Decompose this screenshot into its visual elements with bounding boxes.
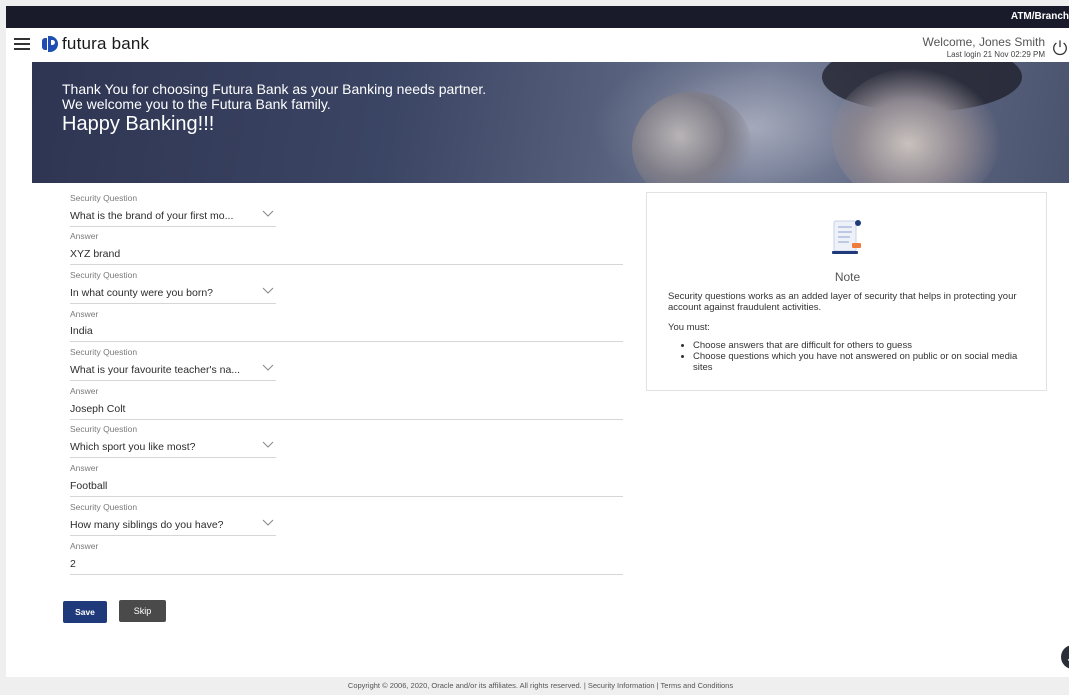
footer-text: Copyright © 2006, 2020, Oracle and/or it…	[347, 681, 734, 690]
skip-button[interactable]: Skip	[119, 600, 166, 622]
answer-1-value: XYZ brand	[70, 248, 121, 260]
futura-logo-icon	[42, 35, 58, 53]
answer-label: Answer	[70, 386, 99, 396]
banner-line-1: Thank You for choosing Futura Bank as yo…	[62, 81, 487, 97]
welcome-block: Welcome, Jones Smith Last login 21 Nov 0…	[923, 35, 1046, 59]
note-title: Note	[834, 270, 861, 284]
hamburger-menu-icon[interactable]	[14, 38, 30, 50]
security-question-2-value: In what county were you born?	[70, 287, 214, 299]
welcome-text: Welcome, Jones Smith	[922, 35, 1046, 49]
security-question-4-select[interactable]: Which sport you like most?	[70, 438, 276, 458]
chat-icon[interactable]	[1061, 645, 1069, 669]
logo[interactable]: futura bank	[42, 34, 149, 54]
answer-label: Answer	[70, 463, 99, 473]
top-strip: ATM/Branch	[6, 6, 1069, 28]
security-question-2-select[interactable]: In what county were you born?	[70, 284, 276, 304]
security-question-label: Security Question	[70, 502, 138, 512]
security-question-1-value: What is the brand of your first mo...	[70, 210, 234, 222]
save-button[interactable]: Save	[63, 601, 107, 623]
security-question-label: Security Question	[70, 424, 138, 434]
banner-heading: Happy Banking!!!	[62, 113, 215, 135]
security-question-3-value: What is your favourite teacher's na...	[70, 364, 241, 376]
list-item: Choose questions which you have not answ…	[693, 351, 1035, 373]
page: ATM/Branch futura bank Welcome, Jones Sm…	[0, 0, 1069, 695]
note-card: Note Security questions works as an adde…	[646, 192, 1047, 391]
security-question-5-value: How many siblings do you have?	[70, 519, 224, 531]
banner-line-2: We welcome you to the Futura Bank family…	[62, 96, 331, 112]
security-question-label: Security Question	[70, 347, 138, 357]
chevron-down-icon	[262, 210, 274, 217]
answer-2-field[interactable]: India	[70, 322, 623, 342]
answer-4-field[interactable]: Football	[70, 477, 623, 497]
last-login-text: Last login 21 Nov 02:29 PM	[946, 50, 1045, 59]
note-must-label: You must:	[668, 322, 710, 333]
atm-branch-label[interactable]: ATM/Branch	[1011, 11, 1069, 22]
document-note-icon	[832, 220, 861, 254]
answer-3-value: Joseph Colt	[70, 403, 126, 415]
security-question-5-select[interactable]: How many siblings do you have?	[70, 516, 276, 536]
note-body: Security questions works as an added lay…	[668, 291, 1017, 313]
header: futura bank Welcome, Jones Smith Last lo…	[6, 28, 1069, 62]
footer: Copyright © 2006, 2020, Oracle and/or it…	[6, 677, 1069, 695]
answer-5-field[interactable]: 2	[70, 555, 623, 575]
chevron-down-icon	[262, 364, 274, 371]
answer-label: Answer	[70, 309, 99, 319]
note-bullet-list: Choose answers that are difficult for ot…	[685, 340, 1035, 373]
answer-2-value: India	[70, 325, 93, 337]
chevron-down-icon	[262, 441, 274, 448]
brand-name: futura bank	[62, 34, 150, 53]
chevron-down-icon	[262, 519, 274, 526]
security-question-4-value: Which sport you like most?	[70, 441, 196, 453]
security-question-3-select[interactable]: What is your favourite teacher's na...	[70, 361, 276, 381]
security-question-label: Security Question	[70, 270, 138, 280]
answer-label: Answer	[70, 231, 99, 241]
power-icon[interactable]	[1051, 39, 1069, 57]
security-question-label: Security Question	[70, 193, 138, 203]
answer-4-value: Football	[70, 480, 108, 492]
chevron-down-icon	[262, 287, 274, 294]
answer-label: Answer	[70, 541, 99, 551]
answer-5-value: 2	[70, 558, 76, 570]
security-question-1-select[interactable]: What is the brand of your first mo...	[70, 207, 276, 227]
answer-1-field[interactable]: XYZ brand	[70, 245, 623, 265]
list-item: Choose answers that are difficult for ot…	[693, 340, 1035, 351]
welcome-banner: Thank You for choosing Futura Bank as yo…	[32, 62, 1069, 183]
answer-3-field[interactable]: Joseph Colt	[70, 400, 623, 420]
